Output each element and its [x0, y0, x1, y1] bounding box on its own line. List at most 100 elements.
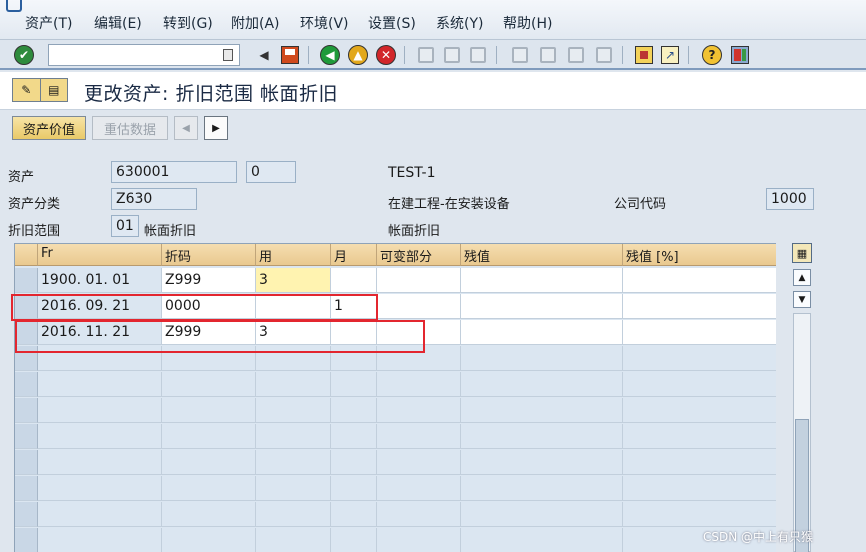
empty-cell[interactable] — [38, 476, 162, 501]
cell-period[interactable] — [331, 268, 377, 293]
layout-icon[interactable] — [730, 45, 750, 65]
print-icon[interactable] — [416, 45, 436, 65]
empty-cell[interactable] — [461, 476, 623, 501]
empty-cell[interactable] — [377, 424, 461, 449]
empty-cell[interactable] — [623, 398, 776, 423]
empty-cell[interactable] — [162, 398, 256, 423]
menu-settings[interactable]: 设置(S) — [368, 13, 416, 33]
empty-cell[interactable] — [331, 372, 377, 397]
empty-cell[interactable] — [461, 346, 623, 371]
next-area-button[interactable]: ▶ — [204, 116, 228, 140]
cell-scrap-value-pct[interactable] — [623, 294, 776, 319]
cell-useful-life[interactable]: 3 — [256, 268, 331, 293]
first-page-icon[interactable] — [510, 45, 530, 65]
column-header-scrap-value[interactable]: 残值 — [461, 244, 623, 266]
asset-value-button[interactable]: 资产价值 — [12, 116, 86, 140]
scroll-down-icon[interactable]: ▼ — [793, 291, 811, 308]
empty-cell[interactable] — [256, 528, 331, 552]
find-next-icon[interactable] — [468, 45, 488, 65]
empty-cell[interactable] — [256, 450, 331, 475]
empty-cell[interactable] — [256, 476, 331, 501]
row-selector[interactable] — [15, 268, 38, 293]
menu-help[interactable]: 帮助(H) — [503, 13, 552, 33]
menu-system[interactable]: 系统(Y) — [436, 13, 483, 33]
back-arrow-icon[interactable]: ◀ — [254, 45, 274, 65]
create-session-icon[interactable] — [634, 45, 654, 65]
row-selector[interactable] — [15, 424, 38, 449]
cell-scrap-value-pct[interactable] — [623, 268, 776, 293]
column-header-scrap-value-pct[interactable]: 残值 [%] — [623, 244, 776, 266]
empty-cell[interactable] — [162, 372, 256, 397]
empty-cell[interactable] — [38, 372, 162, 397]
empty-cell[interactable] — [377, 372, 461, 397]
cell-variable-portion[interactable] — [377, 294, 461, 319]
empty-cell[interactable] — [256, 424, 331, 449]
column-header-variable-portion[interactable]: 可变部分 — [377, 244, 461, 266]
row-selector[interactable] — [15, 528, 38, 552]
empty-cell[interactable] — [162, 450, 256, 475]
menu-extras[interactable]: 附加(A) — [231, 13, 280, 33]
shortcut-icon[interactable]: ↗ — [660, 45, 680, 65]
empty-cell[interactable] — [461, 398, 623, 423]
revalue-data-button[interactable]: 重估数据 — [92, 116, 168, 140]
enter-icon[interactable]: ✔ — [14, 45, 34, 65]
empty-cell[interactable] — [377, 528, 461, 552]
find-icon[interactable] — [442, 45, 462, 65]
menu-environment[interactable]: 环境(V) — [300, 13, 349, 33]
column-header-depr-key[interactable]: 折码 — [162, 244, 256, 266]
row-selector[interactable] — [15, 372, 38, 397]
menu-edit[interactable]: 编辑(E) — [94, 13, 142, 33]
empty-cell[interactable] — [623, 372, 776, 397]
empty-cell[interactable] — [38, 502, 162, 527]
empty-cell[interactable] — [256, 398, 331, 423]
scroll-track[interactable] — [793, 313, 811, 552]
back-icon[interactable]: ◀ — [320, 45, 340, 65]
exit-icon[interactable]: ▲ — [348, 45, 368, 65]
empty-cell[interactable] — [331, 424, 377, 449]
empty-cell[interactable] — [162, 476, 256, 501]
cell-variable-portion[interactable] — [377, 268, 461, 293]
empty-cell[interactable] — [38, 424, 162, 449]
menu-goto[interactable]: 转到(G) — [163, 13, 213, 33]
empty-cell[interactable] — [623, 346, 776, 371]
empty-cell[interactable] — [331, 502, 377, 527]
empty-cell[interactable] — [256, 502, 331, 527]
empty-cell[interactable] — [38, 528, 162, 552]
menu-asset[interactable]: 资产(T) — [25, 13, 72, 33]
empty-cell[interactable] — [461, 450, 623, 475]
last-page-icon[interactable] — [594, 45, 614, 65]
empty-cell[interactable] — [38, 398, 162, 423]
column-header-period[interactable]: 月 — [331, 244, 377, 266]
empty-cell[interactable] — [331, 398, 377, 423]
previous-area-button[interactable]: ◀ — [174, 116, 198, 140]
column-header-from[interactable]: Fr — [38, 244, 162, 266]
cell-scrap-value[interactable] — [461, 294, 623, 319]
display-change-icon[interactable]: ✎ — [13, 79, 41, 101]
cell-depr-key[interactable]: Z999 — [162, 268, 256, 293]
row-selector[interactable] — [15, 502, 38, 527]
previous-page-icon[interactable] — [538, 45, 558, 65]
row-selector[interactable] — [15, 476, 38, 501]
next-page-icon[interactable] — [566, 45, 586, 65]
other-object-icon[interactable]: ▤ — [41, 79, 68, 101]
scroll-up-icon[interactable]: ▲ — [793, 269, 811, 286]
empty-cell[interactable] — [377, 502, 461, 527]
empty-cell[interactable] — [461, 502, 623, 527]
cell-scrap-value[interactable] — [461, 268, 623, 293]
empty-cell[interactable] — [162, 502, 256, 527]
empty-cell[interactable] — [162, 424, 256, 449]
row-selector[interactable] — [15, 398, 38, 423]
sap-window-icon[interactable] — [6, 0, 22, 12]
table-settings-icon[interactable]: ▦ — [792, 243, 812, 263]
empty-cell[interactable] — [331, 528, 377, 552]
empty-cell[interactable] — [331, 450, 377, 475]
row-selector[interactable] — [15, 450, 38, 475]
cell-scrap-value[interactable] — [461, 320, 623, 345]
empty-cell[interactable] — [256, 372, 331, 397]
help-icon[interactable]: ? — [702, 45, 722, 65]
empty-cell[interactable] — [623, 450, 776, 475]
empty-cell[interactable] — [331, 476, 377, 501]
empty-cell[interactable] — [623, 476, 776, 501]
cancel-icon[interactable]: ✕ — [376, 45, 396, 65]
cell-scrap-value-pct[interactable] — [623, 320, 776, 345]
